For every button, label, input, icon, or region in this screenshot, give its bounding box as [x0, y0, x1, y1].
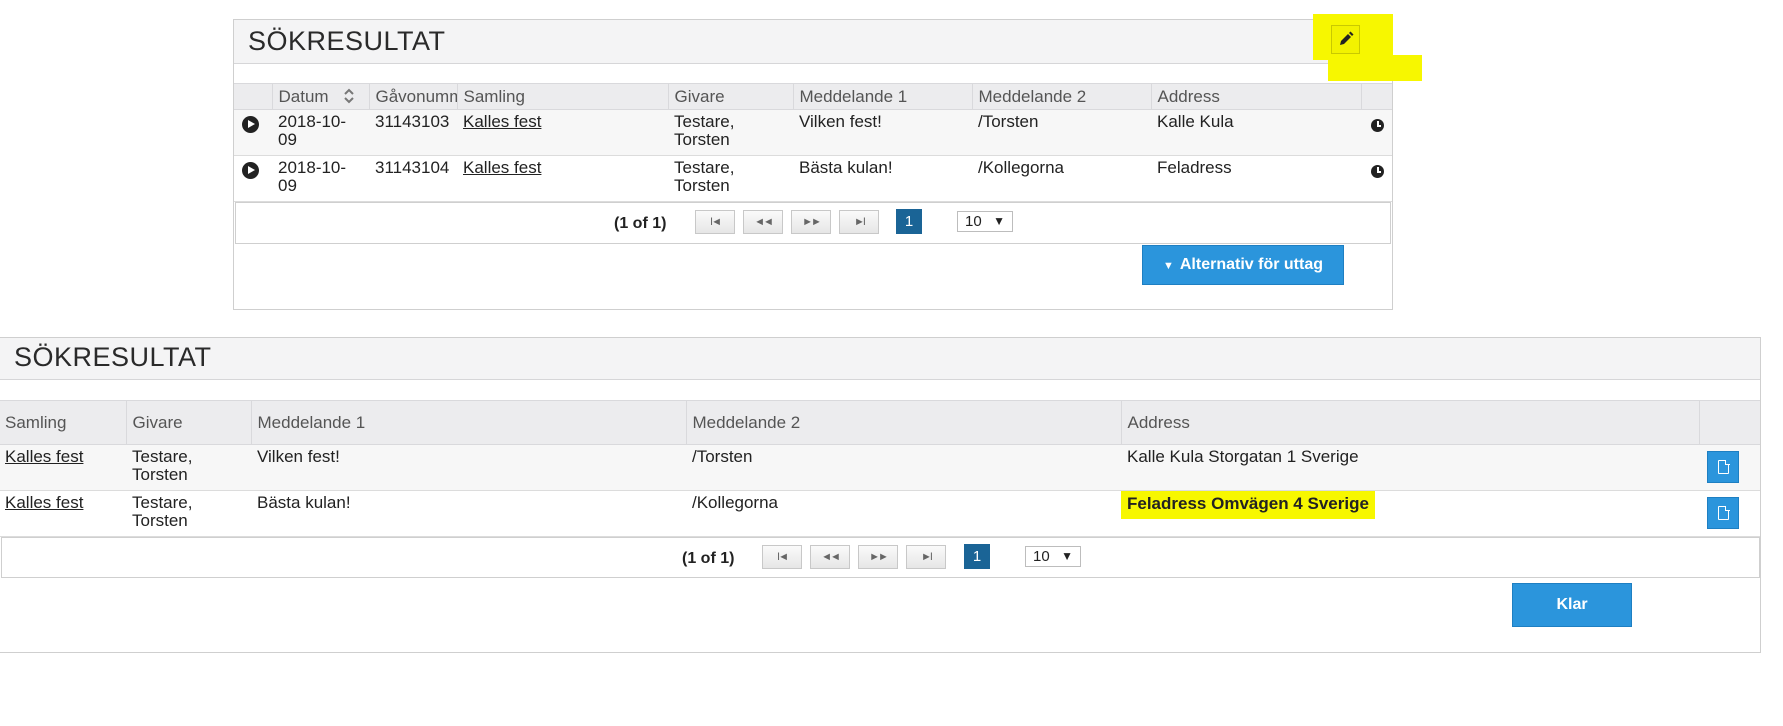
- last-page-button[interactable]: ►I: [906, 545, 946, 569]
- cell-address: Kalle Kula Storgatan 1 Sverige: [1121, 444, 1699, 491]
- chevron-down-icon: ▼: [1061, 549, 1073, 563]
- samling-link[interactable]: Kalles fest: [463, 112, 541, 131]
- table-row: 2018-10-09 31143104 Kalles fest Testare,…: [234, 155, 1392, 202]
- first-page-button[interactable]: I◄: [695, 210, 735, 234]
- cell-datum: 2018-10-09: [272, 155, 369, 202]
- column-header-givare[interactable]: Givare: [667, 83, 793, 110]
- search-results-panel-bottom: SÖKRESULTAT Samling Givare Meddelande 1 …: [0, 337, 1761, 653]
- cell-givare: Testare, Torsten: [668, 109, 793, 156]
- expand-row-icon[interactable]: [242, 162, 259, 179]
- cell-meddelande2: /Kollegorna: [972, 155, 1151, 202]
- clock-icon[interactable]: [1371, 119, 1384, 132]
- column-header-samling[interactable]: Samling: [0, 400, 126, 445]
- last-page-button[interactable]: ►I: [839, 210, 879, 234]
- column-header-actions: [1698, 400, 1760, 445]
- pencil-icon: [1340, 31, 1354, 45]
- results-table: Samling Givare Meddelande 1 Meddelande 2…: [0, 400, 1760, 537]
- cell-meddelande1: Bästa kulan!: [251, 490, 686, 537]
- document-icon: [1718, 505, 1730, 520]
- rows-per-page-value: 10: [1033, 548, 1050, 565]
- column-header-address[interactable]: Address: [1120, 400, 1699, 445]
- samling-link[interactable]: Kalles fest: [463, 158, 541, 177]
- clock-icon[interactable]: [1371, 165, 1384, 178]
- cell-address: Feladress: [1151, 155, 1361, 202]
- document-icon: [1718, 459, 1730, 474]
- prev-page-button[interactable]: ◄◄: [743, 210, 783, 234]
- cell-address: Kalle Kula: [1151, 109, 1361, 156]
- rows-per-page-select[interactable]: 10 ▼: [957, 211, 1013, 232]
- next-page-button[interactable]: ►►: [858, 545, 898, 569]
- table-row: Kalles fest Testare, Torsten Vilken fest…: [0, 444, 1760, 491]
- highlight-mark-tail: [1328, 55, 1422, 81]
- column-header-label: Datum: [278, 86, 329, 106]
- paginator: (1 of 1) I◄ ◄◄ ►► ►I 1 10 ▼: [235, 202, 1391, 244]
- cell-meddelande2: /Torsten: [972, 109, 1151, 156]
- column-header-datum[interactable]: Datum: [271, 83, 369, 110]
- withdrawal-options-label: Alternativ för uttag: [1179, 256, 1323, 273]
- page-status: (1 of 1): [682, 550, 735, 567]
- column-header-givare[interactable]: Givare: [125, 400, 251, 445]
- column-header-meddelande2[interactable]: Meddelande 2: [971, 83, 1151, 110]
- column-header-gavonummer[interactable]: Gåvonummer: [368, 83, 457, 110]
- withdrawal-options-button[interactable]: ▼ Alternativ för uttag: [1142, 245, 1344, 285]
- column-header-expand: [234, 83, 272, 110]
- column-header-meddelande1[interactable]: Meddelande 1: [792, 83, 972, 110]
- page-status: (1 of 1): [614, 215, 667, 232]
- panel-header: SÖKRESULTAT: [234, 14, 1422, 81]
- cell-givare: Testare, Torsten: [126, 490, 251, 537]
- cell-givare: Testare, Torsten: [126, 444, 251, 491]
- prev-page-button[interactable]: ◄◄: [810, 545, 850, 569]
- table-row: 2018-10-09 31143103 Kalles fest Testare,…: [234, 109, 1392, 156]
- first-page-button[interactable]: I◄: [762, 545, 802, 569]
- sort-icon: [344, 88, 355, 103]
- table-row: Kalles fest Testare, Torsten Bästa kulan…: [0, 490, 1760, 537]
- cell-gavonummer: 31143104: [369, 155, 457, 202]
- rows-per-page-select[interactable]: 10 ▼: [1025, 546, 1081, 567]
- cell-meddelande1: Bästa kulan!: [793, 155, 972, 202]
- paginator: (1 of 1) I◄ ◄◄ ►► ►I 1 10 ▼: [1, 537, 1760, 578]
- caret-down-icon: ▼: [1162, 260, 1174, 272]
- column-header-meddelande1[interactable]: Meddelande 1: [250, 400, 686, 445]
- cell-meddelande2: /Torsten: [686, 444, 1121, 491]
- panel-title: SÖKRESULTAT: [248, 26, 446, 56]
- cell-givare: Testare, Torsten: [668, 155, 793, 202]
- cell-gavonummer: 31143103: [369, 109, 457, 156]
- cell-datum: 2018-10-09: [272, 109, 369, 156]
- chevron-down-icon: ▼: [993, 214, 1005, 228]
- page-number-1[interactable]: 1: [964, 544, 990, 569]
- done-button-label: Klar: [1556, 596, 1588, 613]
- column-header-meddelande2[interactable]: Meddelande 2: [685, 400, 1121, 445]
- cell-meddelande1: Vilken fest!: [251, 444, 686, 491]
- highlighted-address: Feladress Omvägen 4 Sverige: [1121, 491, 1375, 519]
- samling-link[interactable]: Kalles fest: [5, 493, 83, 512]
- column-header-actions: [1360, 83, 1392, 110]
- page-number-1[interactable]: 1: [896, 209, 922, 234]
- expand-row-icon[interactable]: [242, 116, 259, 133]
- samling-link[interactable]: Kalles fest: [5, 447, 83, 466]
- document-button[interactable]: [1707, 451, 1739, 483]
- results-table: Datum Gåvonummer Samling Givare Meddelan…: [234, 83, 1392, 202]
- search-results-panel-top: SÖKRESULTAT Datum Gåvonum Samling Givare…: [233, 14, 1422, 310]
- column-header-address[interactable]: Address: [1150, 83, 1361, 110]
- panel-header: SÖKRESULTAT: [0, 338, 1760, 380]
- rows-per-page-value: 10: [965, 213, 982, 230]
- next-page-button[interactable]: ►►: [791, 210, 831, 234]
- panel-title: SÖKRESULTAT: [14, 342, 212, 372]
- document-button[interactable]: [1707, 497, 1739, 529]
- cell-meddelande1: Vilken fest!: [793, 109, 972, 156]
- column-header-samling[interactable]: Samling: [456, 83, 668, 110]
- cell-meddelande2: /Kollegorna: [686, 490, 1121, 537]
- edit-button[interactable]: [1331, 25, 1360, 54]
- done-button[interactable]: Klar: [1512, 583, 1632, 627]
